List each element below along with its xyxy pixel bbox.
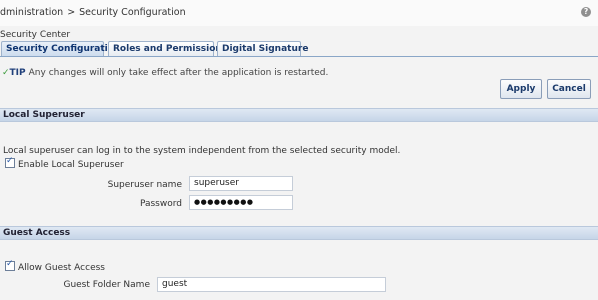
breadcrumb-separator: >: [67, 7, 76, 18]
top-bar: dministration > Security Configuration ?: [0, 0, 598, 26]
breadcrumb-current: Security Configuration: [79, 7, 186, 18]
tab-strip: Security Configuration Roles and Permiss…: [0, 41, 598, 57]
apply-button[interactable]: Apply: [500, 79, 542, 99]
superuser-name-label: Superuser name: [107, 180, 182, 190]
password-input[interactable]: ●●●●●●●●●: [189, 195, 293, 210]
guest-folder-name-input[interactable]: guest: [157, 277, 386, 292]
checkmark-icon: ✓: [6, 156, 14, 166]
help-icon[interactable]: ?: [581, 7, 591, 17]
tip-label: TIP: [9, 68, 26, 78]
tip-text: Any changes will only take effect after …: [28, 68, 329, 78]
guest-folder-name-label: Guest Folder Name: [63, 280, 150, 290]
local-superuser-description: Local superuser can log in to the system…: [3, 146, 401, 156]
cancel-button[interactable]: Cancel: [547, 79, 591, 99]
enable-local-superuser-checkbox[interactable]: ✓: [5, 156, 15, 168]
tab-digital-signature[interactable]: Digital Signature: [217, 41, 308, 56]
allow-guest-access-checkbox[interactable]: ✓: [5, 259, 15, 271]
tab-roles-and-permissions[interactable]: Roles and Permissions: [108, 41, 227, 56]
enable-local-superuser-label: Enable Local Superuser: [18, 160, 124, 170]
allow-guest-access-row: ✓ Allow Guest Access: [5, 259, 105, 273]
guest-access-header: Guest Access: [0, 226, 598, 240]
checkmark-icon: ✓: [6, 259, 14, 269]
tab-security-configuration[interactable]: Security Configuration: [1, 41, 120, 56]
local-superuser-header: Local Superuser: [0, 108, 598, 122]
password-label: Password: [139, 199, 182, 209]
breadcrumb: dministration > Security Configuration: [0, 7, 186, 18]
superuser-name-input[interactable]: superuser: [189, 176, 293, 191]
section-title: Security Center: [0, 30, 71, 40]
breadcrumb-parent-link[interactable]: dministration: [0, 7, 63, 18]
enable-local-superuser-row: ✓ Enable Local Superuser: [5, 156, 124, 170]
allow-guest-access-label: Allow Guest Access: [18, 263, 105, 273]
check-icon: ✓: [2, 68, 10, 78]
tip-message: ✓TIP Any changes will only take effect af…: [2, 68, 328, 78]
